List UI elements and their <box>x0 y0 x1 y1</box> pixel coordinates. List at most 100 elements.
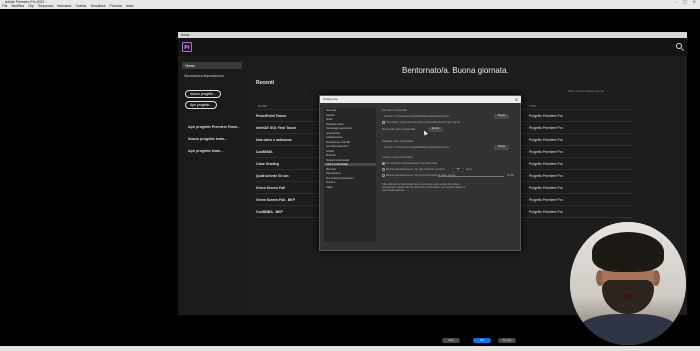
recents-filter[interactable]: Filtra: parole chiave recenti <box>568 89 604 93</box>
pref-category-item[interactable]: Hardware audio <box>326 123 344 126</box>
menu-item-sequenza[interactable]: Sequenza <box>38 4 53 8</box>
menu-item-file[interactable]: File <box>2 4 7 8</box>
pref-category-item[interactable]: Etichette <box>326 154 336 157</box>
close-icon[interactable]: ✕ <box>515 96 518 103</box>
recent-project-name[interactable]: Una video e antimusic <box>256 138 292 142</box>
cache-management-label: Gestione cache multimediale <box>382 156 413 159</box>
recent-project-name[interactable]: Color Grading <box>256 162 279 166</box>
home-window-title: Home <box>181 33 190 37</box>
sidebar-item-sync-settings[interactable]: Sincronizza impostazioni <box>184 74 224 78</box>
cache-size-slider[interactable] <box>438 176 504 177</box>
new-project-button[interactable]: Nuovo progetto... <box>185 90 222 98</box>
recent-project-name[interactable]: PowerPoint Teaser <box>256 114 286 118</box>
person-mouth <box>622 294 634 300</box>
menu-item-finestra[interactable]: Finestra <box>110 4 122 8</box>
sidebar-item-home[interactable]: Home <box>182 62 242 69</box>
pref-category-item[interactable]: Aspetto <box>326 114 334 117</box>
pref-category-item[interactable]: Superficie di controllo <box>326 141 350 144</box>
option-older-days-input[interactable]: 90 <box>452 168 464 172</box>
pref-category-item[interactable]: Sincronizza impostazioni <box>326 177 354 180</box>
recent-project-name[interactable]: Quali schede GI con <box>256 174 289 178</box>
person-eye <box>634 269 642 272</box>
browse-cache-files-button[interactable]: Sfoglia <box>494 114 509 119</box>
pref-category-item[interactable]: Acquisizione <box>326 132 340 135</box>
pref-category-item[interactable]: Generale <box>326 109 336 112</box>
pref-category-item[interactable]: Audio <box>326 118 332 121</box>
recent-project-name[interactable]: Green Screen Fail <box>256 186 285 190</box>
recents-title: Recenti <box>256 80 275 86</box>
os-menu: File Modifica Clip Sequenza Marcatori Gr… <box>0 4 134 8</box>
media-cache-db-path: Percorso: C:\Users\Pxxxx\AppData\Roaming… <box>384 146 450 149</box>
preferences-dialog: Preferenze ✕ Generale Aspetto Audio Hard… <box>319 95 521 343</box>
menu-item-visualizza[interactable]: Visualizza <box>90 4 105 8</box>
recent-project-name[interactable]: ConBMBA - BKP <box>256 210 283 214</box>
option-older-radio[interactable] <box>382 168 385 171</box>
recent-project-type: Progetto Premiere Pro <box>529 210 563 214</box>
person-eye <box>612 269 620 272</box>
remove-cache-files-label: Rimuovi file cache multimediale <box>382 128 416 131</box>
recent-project-name[interactable]: ConBVMA <box>256 150 273 154</box>
pref-category-item[interactable]: Grafica <box>326 150 334 153</box>
open-project-button[interactable]: Apri progetto... <box>185 101 218 109</box>
browse-cache-db-button[interactable]: Sfoglia <box>494 145 509 150</box>
media-cache-files-path: Percorso: C:\Users\Pxxxx\AppData\Roaming… <box>384 115 450 118</box>
recent-project-name[interactable]: Green Screen Fail - BKP <box>256 198 295 202</box>
pref-category-item[interactable]: Memoria <box>326 168 336 171</box>
menu-item-modifica[interactable]: Modifica <box>11 4 24 8</box>
save-next-to-originals-checkbox[interactable] <box>382 121 385 124</box>
remove-cache-button[interactable]: Elimina <box>428 127 443 132</box>
save-next-to-originals-label: Se possibile, salva i file della cache m… <box>386 121 460 124</box>
option-older-unit: giorni <box>466 168 472 171</box>
option-size-value: 20 GB <box>507 174 514 177</box>
os-window-controls: – ▢ ✕ <box>675 0 696 4</box>
search-icon[interactable] <box>676 43 682 49</box>
preferences-title: Preferenze <box>323 97 338 101</box>
menu-item-marcatori[interactable]: Marcatori <box>57 4 71 8</box>
person-shirt <box>578 314 678 345</box>
person-hair <box>592 232 664 272</box>
option-none-radio[interactable] <box>382 162 385 165</box>
recent-project-type: Progetto Premiere Pro <box>529 162 563 166</box>
maximize-icon[interactable]: ▢ <box>683 0 687 4</box>
pref-category-item[interactable]: Controllo dispositivo <box>326 145 348 148</box>
os-menu-bar: Adobe Premiere Pro 2022 File Modifica Cl… <box>0 0 700 9</box>
open-team-project-link[interactable]: Apri progetto team... <box>188 149 223 153</box>
column-name-header[interactable]: NOME <box>258 104 267 108</box>
pref-category-item-selected[interactable]: Cache multimediale <box>324 163 376 166</box>
pref-category-item[interactable]: Riproduzione <box>326 172 341 175</box>
pref-category-item[interactable]: Taglio <box>326 186 333 189</box>
premiere-logo: Pr <box>182 42 192 52</box>
ok-button[interactable]: OK <box>473 338 491 343</box>
help-button[interactable]: Aiuto <box>442 338 460 343</box>
pref-category-item[interactable]: Collaborazione <box>326 136 343 139</box>
recent-project-name[interactable]: InteVAE GOI: First Touch <box>256 126 296 130</box>
preferences-titlebar: Preferenze ✕ <box>320 96 521 103</box>
media-cache-db-label: Database cache multimediale <box>382 140 414 143</box>
video-progress-bar[interactable] <box>0 346 700 351</box>
minimize-icon[interactable]: – <box>675 0 677 4</box>
menu-item-clip[interactable]: Clip <box>28 4 34 8</box>
close-icon[interactable]: ✕ <box>693 0 696 4</box>
pref-category-item[interactable]: Timeline <box>326 181 335 184</box>
home-sidebar: Home Sincronizza impostazioni Nuovo prog… <box>178 56 248 315</box>
pref-category-item[interactable]: Salvataggio automatico <box>326 127 352 130</box>
option-none-label: Non eliminare automaticamente i file del… <box>386 162 438 165</box>
menu-item-aiuto[interactable]: Aiuto <box>126 4 134 8</box>
option-size-radio[interactable] <box>382 174 385 177</box>
recent-project-type: Progetto Premiere Pro <box>529 114 563 118</box>
recent-project-type: Progetto Premiere Pro <box>529 126 563 130</box>
cancel-button[interactable]: Annulla <box>498 338 516 343</box>
recent-project-type: Progetto Premiere Pro <box>529 186 563 190</box>
webcam-overlay <box>570 222 686 345</box>
pref-category-item[interactable]: Supporti multimediali <box>326 159 349 162</box>
recent-project-type: Progetto Premiere Pro <box>529 174 563 178</box>
open-rush-project-link[interactable]: Apri progetto Premiere Rush... <box>188 125 240 129</box>
media-cache-files-label: File cache multimediale <box>382 109 407 112</box>
new-team-project-link[interactable]: Nuovo progetto team... <box>188 137 227 141</box>
recent-project-type: Progetto Premiere Pro <box>529 150 563 154</box>
column-type-header[interactable]: TIPO <box>529 104 536 108</box>
welcome-message: Bentornato/a. Buona giornata. <box>402 66 509 75</box>
home-header: Pr <box>178 38 687 56</box>
menu-item-grafica[interactable]: Grafica <box>75 4 86 8</box>
recent-project-type: Progetto Premiere Pro <box>529 198 563 202</box>
